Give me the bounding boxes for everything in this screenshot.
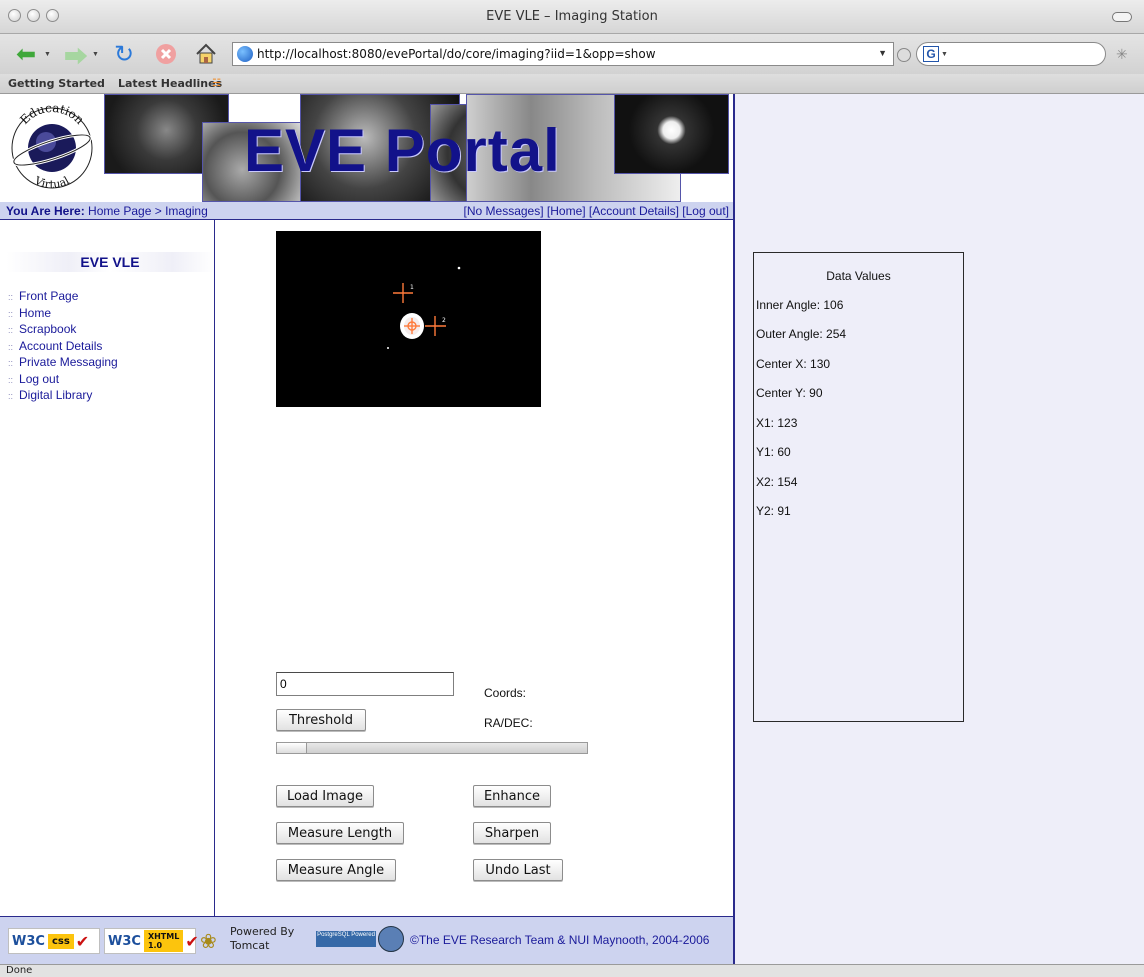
google-search-icon[interactable]: G bbox=[923, 46, 939, 62]
w3c-logo-icon: W3C bbox=[12, 933, 45, 949]
radec-label: RA/DEC: bbox=[484, 716, 533, 730]
postgresql-elephant-icon bbox=[378, 926, 404, 952]
measure-angle-button[interactable]: Measure Angle bbox=[276, 859, 396, 881]
sidebar-item-scrapbook[interactable]: :: Scrapbook bbox=[8, 322, 118, 339]
portal-footer: W3C css ✔ W3C XHTML 1.0 ✔ ❀ Powered By Tomcat… bbox=[0, 916, 733, 964]
inner-angle-value: Inner Angle: 106 bbox=[756, 298, 844, 312]
x1-value: X1: 123 bbox=[756, 416, 798, 430]
back-arrow-icon[interactable]: ⬅ bbox=[12, 40, 40, 68]
ring-nebula-image bbox=[614, 94, 729, 174]
center-x-value: Center X: 130 bbox=[756, 357, 831, 371]
breadcrumb-bar: You Are Here: Home Page > Imaging [No Me… bbox=[0, 202, 733, 220]
y1-value: Y1: 60 bbox=[756, 445, 791, 459]
bookmarks-bar: Getting Started Latest Headlines ☵ bbox=[0, 74, 1144, 94]
center-y-value: Center Y: 90 bbox=[756, 386, 823, 400]
bookmark-latest-headlines[interactable]: Latest Headlines bbox=[118, 77, 222, 90]
sharpen-button[interactable]: Sharpen bbox=[473, 822, 551, 844]
go-button[interactable] bbox=[897, 48, 911, 62]
sidebar-item-digital-library[interactable]: :: Digital Library bbox=[8, 388, 118, 405]
reload-icon[interactable]: ↻ bbox=[110, 40, 138, 68]
sidebar-heading: EVE VLE bbox=[6, 252, 214, 272]
w3c-css-badge[interactable]: W3C css ✔ bbox=[8, 928, 100, 954]
outer-angle-value: Outer Angle: 254 bbox=[756, 327, 847, 341]
window-title: EVE VLE – Imaging Station bbox=[486, 9, 658, 24]
search-engine-dropdown-icon[interactable]: ▼ bbox=[941, 51, 948, 58]
portal-column: Education Virtual EVE Portal You Are Her… bbox=[0, 94, 735, 964]
browser-window: EVE VLE – Imaging Station ⬅ ▼ ⮕ ▼ ↻ http… bbox=[0, 0, 1144, 977]
breadcrumb-trail[interactable]: Home Page > Imaging bbox=[88, 204, 208, 218]
threshold-slider[interactable] bbox=[276, 742, 588, 754]
portal-title: EVE Portal bbox=[244, 117, 561, 184]
data-values-panel: Data Values Inner Angle: 106 Outer Angle… bbox=[753, 252, 964, 722]
forward-dropdown-icon[interactable]: ▼ bbox=[92, 51, 99, 58]
toolbar-toggle-icon[interactable] bbox=[1112, 12, 1132, 22]
svg-text:1: 1 bbox=[410, 284, 414, 291]
undo-last-button[interactable]: Undo Last bbox=[473, 859, 563, 881]
svg-text:2: 2 bbox=[442, 317, 446, 324]
checkmark-icon: ✔ bbox=[75, 931, 90, 951]
sidebar: EVE VLE :: Front Page :: Home :: Scrapbook … bbox=[0, 220, 215, 916]
you-are-here-label: You Are Here: bbox=[6, 204, 85, 218]
sidebar-item-front-page[interactable]: :: Front Page bbox=[8, 289, 118, 306]
postgresql-badge[interactable]: PostgreSQL Powered bbox=[316, 931, 376, 947]
address-bar[interactable]: http://localhost:8080/evePortal/do/core/… bbox=[232, 42, 894, 66]
sidebar-item-account-details[interactable]: :: Account Details bbox=[8, 339, 118, 356]
checkmark-icon: ✔ bbox=[185, 931, 199, 951]
powered-by-tomcat[interactable]: Powered By Tomcat bbox=[230, 925, 294, 953]
sidebar-item-home[interactable]: :: Home bbox=[8, 306, 118, 323]
title-bar: EVE VLE – Imaging Station bbox=[0, 0, 1144, 34]
sidebar-item-private-messaging[interactable]: :: Private Messaging bbox=[8, 355, 118, 372]
measure-length-button[interactable]: Measure Length bbox=[276, 822, 404, 844]
rss-feed-icon: ☵ bbox=[212, 78, 221, 89]
x2-value: X2: 154 bbox=[756, 475, 798, 489]
account-links[interactable]: [No Messages] [Home] [Account Details] [… bbox=[464, 204, 729, 218]
page-viewport: Education Virtual EVE Portal You Are Her… bbox=[0, 94, 1144, 964]
enhance-button[interactable]: Enhance bbox=[473, 785, 551, 807]
data-values-title: Data Values bbox=[826, 269, 891, 283]
telescopes-in-education-logo: Education Virtual bbox=[11, 101, 93, 191]
load-image-button[interactable]: Load Image bbox=[276, 785, 374, 807]
w3c-logo-icon: W3C bbox=[108, 933, 141, 949]
y2-value: Y2: 91 bbox=[756, 504, 791, 518]
bookmark-getting-started[interactable]: Getting Started bbox=[8, 77, 105, 90]
forward-arrow-icon[interactable]: ⮕ bbox=[62, 40, 90, 71]
copyright-text: ©The EVE Research Team & NUI Maynooth, 2… bbox=[410, 933, 710, 947]
search-field[interactable]: G ▼ bbox=[916, 42, 1106, 66]
status-bar: Done bbox=[0, 964, 1144, 977]
url-history-dropdown-icon[interactable]: ▼ bbox=[878, 48, 887, 58]
breadcrumb: You Are Here: Home Page > Imaging bbox=[6, 204, 208, 218]
home-icon[interactable] bbox=[192, 40, 220, 68]
tomcat-cat-icon: ❀ bbox=[200, 931, 217, 953]
slider-thumb[interactable] bbox=[277, 743, 307, 753]
image-canvas[interactable]: 1 2 bbox=[276, 231, 541, 407]
site-globe-icon bbox=[237, 46, 253, 62]
imaging-content: 1 2 Coords: Threshold RA/DEC: bbox=[216, 220, 733, 916]
sidebar-menu: :: Front Page :: Home :: Scrapbook :: Accoun… bbox=[8, 289, 118, 405]
loading-throbber-icon: ✳ bbox=[1116, 46, 1128, 62]
threshold-button[interactable]: Threshold bbox=[276, 709, 366, 731]
portal-banner: Education Virtual EVE Portal bbox=[0, 94, 733, 202]
sidebar-item-log-out[interactable]: :: Log out bbox=[8, 372, 118, 389]
url-text[interactable]: http://localhost:8080/evePortal/do/core/… bbox=[257, 47, 656, 61]
back-dropdown-icon[interactable]: ▼ bbox=[44, 51, 51, 58]
coords-label: Coords: bbox=[484, 686, 527, 700]
browser-toolbar: ⬅ ▼ ⮕ ▼ ↻ http://localhost:8080/evePorta… bbox=[0, 34, 1144, 74]
stop-icon[interactable] bbox=[152, 40, 180, 68]
threshold-input[interactable] bbox=[276, 672, 454, 696]
w3c-xhtml-badge[interactable]: W3C XHTML 1.0 ✔ bbox=[104, 928, 199, 954]
